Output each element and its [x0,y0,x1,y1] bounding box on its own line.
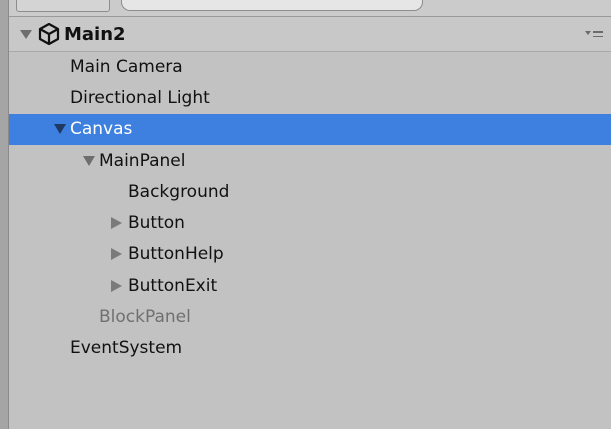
hierarchy-tree: Main Camera Directional Light Canvas MainPa… [9,51,611,364]
scene-header[interactable]: Main2 [9,17,611,52]
hierarchy-row[interactable]: ButtonExit [9,270,611,301]
unity-scene-icon [38,23,60,45]
hierarchy-item-label: Button [128,213,185,234]
hierarchy-item-label: Background [128,181,230,202]
scene-name: Main2 [64,23,126,45]
hierarchy-item-label: ButtonHelp [128,244,224,265]
hierarchy-toolbar [9,0,611,17]
hierarchy-item-label: MainPanel [99,150,186,171]
hierarchy-row[interactable]: EventSystem [9,333,611,364]
scene-fold-arrow-icon[interactable] [20,29,32,39]
hierarchy-item-label: ButtonExit [128,275,218,296]
hierarchy-window: Main2 Main Camera Directional Light Canvas… [0,0,611,429]
hierarchy-row[interactable]: Background [9,176,611,207]
hierarchy-row[interactable]: BlockPanel [9,301,611,332]
hierarchy-row[interactable]: Main Camera [9,51,611,82]
hierarchy-item-label: Canvas [70,119,133,140]
expand-arrow-right-icon[interactable] [111,217,122,230]
hierarchy-item-label: Main Camera [70,56,183,77]
expand-arrow-down-icon[interactable] [83,155,95,166]
hierarchy-row[interactable]: Button [9,207,611,238]
hierarchy-menu-icon[interactable] [585,26,603,42]
expand-arrow-down-icon[interactable] [54,124,66,135]
search-field[interactable] [121,0,423,11]
expand-arrow-right-icon[interactable] [111,279,122,292]
hierarchy-item-label: Directional Light [70,87,210,108]
window-left-border [0,0,9,429]
hierarchy-row[interactable]: Directional Light [9,82,611,113]
hierarchy-item-label: BlockPanel [99,307,191,328]
hierarchy-row[interactable]: ButtonHelp [9,239,611,270]
hierarchy-item-label: EventSystem [70,338,183,359]
hierarchy-row[interactable]: MainPanel [9,145,611,176]
create-dropdown[interactable] [16,0,110,12]
hierarchy-row[interactable]: Canvas [9,113,611,145]
expand-arrow-right-icon[interactable] [111,248,122,261]
